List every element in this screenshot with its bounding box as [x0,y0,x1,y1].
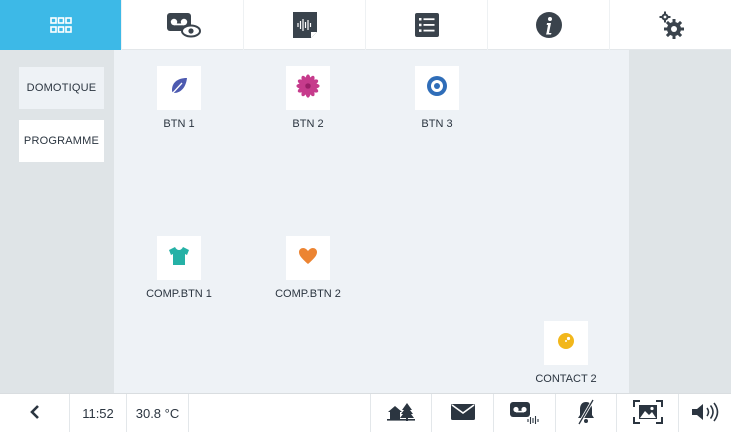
sidebar-item-domotique[interactable]: DOMOTIQUE [19,67,104,109]
list-icon [414,12,440,38]
btn1-tile[interactable] [157,66,201,110]
contact2-label: CONTACT 2 [535,373,597,385]
back-button[interactable] [0,394,70,432]
btn2-tile[interactable] [286,66,330,110]
contact-dot-icon [557,332,575,355]
volume-button[interactable] [679,394,731,432]
comp-btn2-tile[interactable] [286,236,330,280]
btn1-label: BTN 1 [163,118,195,130]
comp-btn1-tile[interactable] [157,236,201,280]
tab-list[interactable] [366,0,488,50]
photo-button[interactable] [617,394,679,432]
voicemail-eye-icon [163,11,203,39]
flower-icon [296,73,320,103]
mail-icon [450,403,476,424]
comp-btn1-label: COMP.BTN 1 [146,288,212,300]
photo-frame-icon [632,400,663,427]
home-tree-icon [386,402,416,425]
sidebar-item-label: DOMOTIQUE [26,82,97,94]
speaker-icon [690,402,720,425]
voicemail-audio-icon [508,400,542,427]
ringer-mute-button[interactable] [556,394,617,432]
clock: 11:52 [70,394,127,432]
tshirt-icon [168,246,190,271]
bell-muted-icon [575,399,597,428]
tab-info[interactable] [488,0,610,50]
sidebar-item-programme[interactable]: PROGRAMME [19,120,104,162]
tab-settings[interactable] [610,0,731,50]
gears-icon [657,9,685,41]
tab-video-intercom[interactable] [122,0,244,50]
top-navigation-bar [0,0,731,50]
home-status-button[interactable] [371,394,432,432]
status-bar: 11:52 30.8 °C [0,393,731,432]
temperature-readout: 30.8 °C [127,394,189,432]
sidebar-item-label: PROGRAMME [23,135,100,147]
voicemail-status-button[interactable] [494,394,556,432]
contact2-tile[interactable] [544,321,588,365]
target-icon [426,75,448,102]
main-content: BTN 1 BTN 2 BTN 3 COMP.BTN 1 COMP.BTN 2 … [114,50,629,393]
btn3-label: BTN 3 [421,118,453,130]
messages-button[interactable] [432,394,494,432]
btn3-tile[interactable] [415,66,459,110]
right-panel [629,50,731,393]
chevron-left-icon [29,404,41,423]
heart-icon [298,247,318,270]
tab-audio-memo[interactable] [244,0,366,50]
tab-home[interactable] [0,0,122,50]
comp-btn2-label: COMP.BTN 2 [275,288,341,300]
temperature-value: 30.8 °C [135,406,180,421]
status-spacer [189,394,371,432]
apps-grid-icon [49,17,72,33]
info-icon [535,11,563,39]
leaf-icon [169,76,189,101]
sidebar: DOMOTIQUE PROGRAMME [0,50,114,393]
btn2-label: BTN 2 [292,118,324,130]
audio-file-icon [290,10,320,40]
time-value: 11:52 [82,406,114,421]
